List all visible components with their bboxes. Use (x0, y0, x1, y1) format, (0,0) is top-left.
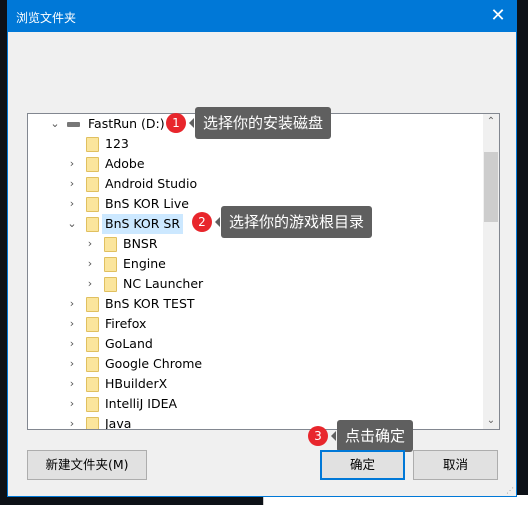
folder-icon (86, 137, 99, 152)
chevron-down-icon[interactable]: ⌄ (49, 114, 61, 134)
chevron-right-icon[interactable]: › (84, 234, 96, 254)
annotation-badge-1: 1 (166, 113, 186, 133)
folder-icon (86, 297, 99, 312)
tree-item-label: Android Studio (105, 176, 198, 191)
tree-item[interactable]: › HBuilderX (28, 374, 483, 394)
tree-item[interactable]: › Firefox (28, 314, 483, 334)
tree-item-label: BnS KOR SR (102, 214, 184, 234)
folder-icon (86, 417, 99, 429)
tree-item[interactable]: › Google Chrome (28, 354, 483, 374)
chevron-right-icon[interactable]: › (66, 154, 78, 174)
title-bar: 浏览文件夹 ✕ (8, 1, 516, 32)
chevron-right-icon[interactable]: › (66, 354, 78, 374)
tree-item-label: Java (105, 416, 132, 430)
tree-item[interactable]: › IntelliJ IDEA (28, 394, 483, 414)
chevron-right-icon[interactable]: › (66, 374, 78, 394)
tree-item[interactable]: › Adobe (28, 154, 483, 174)
tree-item-label: 123 (105, 136, 129, 151)
close-icon[interactable]: ✕ (486, 5, 510, 27)
folder-tree[interactable]: ⌄ FastRun (D:) 123 › Adobe › Android Studio ›… (27, 113, 500, 430)
browse-folder-dialog: 浏览文件夹 ✕ ⌄ FastRun (D:) 123 › Adobe › Android… (7, 0, 517, 497)
tree-item[interactable]: › NC Launcher (28, 274, 483, 294)
annotation-tip-3: 点击确定 (330, 420, 414, 452)
chevron-right-icon[interactable]: › (84, 274, 96, 294)
folder-icon (86, 317, 99, 332)
chevron-right-icon[interactable]: › (66, 194, 78, 214)
chevron-right-icon[interactable]: › (66, 394, 78, 414)
scroll-thumb[interactable] (484, 152, 498, 222)
folder-icon (104, 237, 117, 252)
tree-item-label: IntelliJ IDEA (105, 396, 178, 411)
chevron-right-icon[interactable]: › (66, 314, 78, 334)
tree-item[interactable]: › GoLand (28, 334, 483, 354)
tree-item-label: BNSR (123, 236, 158, 251)
chevron-down-icon[interactable]: ⌄ (66, 214, 78, 234)
tree-item[interactable]: › Java (28, 414, 483, 430)
folder-icon (86, 377, 99, 392)
vertical-scrollbar[interactable]: ⌃ ⌄ (483, 114, 499, 429)
tree-item-label: FastRun (D:) (88, 116, 165, 131)
tree-item-label: Adobe (105, 156, 145, 171)
tree-item-label: BnS KOR TEST (105, 296, 195, 311)
folder-icon (86, 197, 99, 212)
scroll-up-icon[interactable]: ⌃ (483, 114, 499, 130)
folder-icon (86, 157, 99, 172)
tree-item-label: Google Chrome (105, 356, 203, 371)
annotation-tip-2: 选择你的游戏根目录 (214, 206, 373, 238)
tree-item[interactable]: › Engine (28, 254, 483, 274)
annotation-badge-3: 3 (308, 426, 328, 446)
tree-item-label: BnS KOR Live (105, 196, 189, 211)
chevron-right-icon[interactable]: › (66, 414, 78, 429)
annotation-tip-1: 选择你的安装磁盘 (188, 107, 332, 139)
tree-item-label: Firefox (105, 316, 147, 331)
tree-item[interactable]: › Android Studio (28, 174, 483, 194)
tree-item-label: NC Launcher (123, 276, 204, 291)
folder-icon (86, 337, 99, 352)
folder-icon (86, 177, 99, 192)
tree-item-label: GoLand (105, 336, 153, 351)
resize-grip-icon[interactable]: ⋰ (506, 486, 514, 495)
chevron-right-icon[interactable]: › (66, 174, 78, 194)
folder-icon (104, 257, 117, 272)
tree-item-label: HBuilderX (105, 376, 168, 391)
scroll-down-icon[interactable]: ⌄ (483, 413, 499, 429)
chevron-right-icon[interactable]: › (66, 294, 78, 314)
folder-icon (86, 397, 99, 412)
chevron-right-icon[interactable]: › (84, 254, 96, 274)
folder-icon (86, 357, 99, 372)
folder-icon (104, 277, 117, 292)
cancel-button[interactable]: 取消 (413, 450, 498, 480)
dialog-title: 浏览文件夹 (16, 11, 77, 25)
drive-icon (67, 122, 80, 127)
tree-item-label: Engine (123, 256, 166, 271)
chevron-right-icon[interactable]: › (66, 334, 78, 354)
folder-icon (86, 217, 99, 232)
ok-button[interactable]: 确定 (320, 450, 405, 480)
annotation-badge-2: 2 (192, 212, 212, 232)
new-folder-button[interactable]: 新建文件夹(M) (27, 450, 147, 480)
tree-item[interactable]: › BnS KOR TEST (28, 294, 483, 314)
